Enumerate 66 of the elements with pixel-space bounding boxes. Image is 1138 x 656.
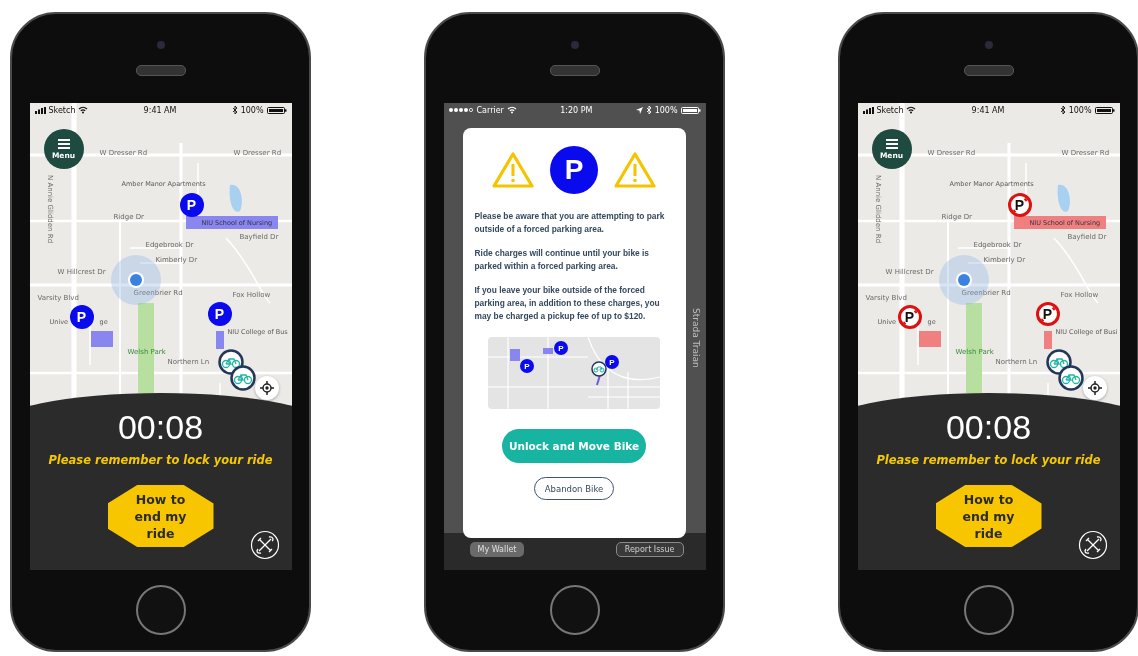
home-button[interactable] [963, 585, 1014, 635]
camera-lens [984, 41, 993, 49]
parking-badge: P [550, 146, 598, 194]
end-ride-button[interactable]: How to end my ride [107, 485, 214, 547]
battery-icon [266, 106, 287, 114]
location-arrow-icon [635, 106, 643, 114]
parking-marker[interactable]: P [69, 305, 94, 329]
home-button[interactable] [549, 585, 600, 635]
battery-percent: 100% [654, 105, 678, 115]
menu-icon [57, 138, 70, 149]
no-parking-marker[interactable]: P [1035, 302, 1060, 326]
street-label: Strada Traian [690, 308, 701, 368]
parking-marker[interactable]: P [179, 193, 204, 217]
report-issue-button[interactable]: Report Issue [615, 542, 684, 557]
lock-reminder: Please remember to lock your ride [876, 453, 1101, 467]
speaker-grille [549, 65, 600, 76]
camera-lens [570, 41, 579, 49]
locate-button[interactable] [254, 376, 279, 400]
no-parking-marker[interactable]: P [1007, 193, 1032, 217]
camera-lens [156, 41, 165, 49]
warning-icon [614, 151, 656, 189]
bluetooth-icon [1059, 106, 1066, 114]
crosshair-icon [1087, 381, 1102, 395]
carrier-name: Carrier [476, 105, 504, 115]
battery-percent: 100% [240, 105, 264, 115]
abandon-button[interactable]: Abandon Bike [533, 477, 615, 500]
bike-marker-icon[interactable] [229, 365, 256, 391]
clock-time: 1:20 PM [560, 105, 593, 115]
signal-icon [448, 107, 474, 113]
bike-marker-icon [591, 361, 607, 377]
wifi-icon [78, 106, 89, 114]
tools-icon[interactable] [249, 530, 280, 560]
ride-timer: 00:08 [945, 407, 1032, 447]
carrier-name: Sketch [876, 105, 904, 115]
lock-reminder: Please remember to lock your ride [48, 453, 273, 467]
lake-area [229, 184, 242, 212]
end-ride-button[interactable]: How to end my ride [935, 485, 1042, 547]
battery-icon [1094, 106, 1115, 114]
crosshair-icon [259, 381, 274, 395]
speaker-grille [135, 65, 186, 76]
speaker-grille [963, 65, 1014, 76]
wifi-icon [906, 106, 917, 114]
home-button[interactable] [135, 585, 186, 635]
ride-timer: 00:08 [117, 407, 204, 447]
warning-text: If you leave your bike outside of the forced parking area, in addition to these charges, you may be charged a pickup fee of up to $120. [474, 284, 661, 323]
bike-marker-icon[interactable] [1057, 365, 1084, 391]
carrier-name: Sketch [48, 105, 76, 115]
bluetooth-icon [645, 106, 652, 114]
locate-button[interactable] [1082, 376, 1107, 400]
tools-icon[interactable] [1077, 530, 1108, 560]
signal-icon [34, 106, 46, 114]
signal-icon [862, 106, 874, 114]
warning-text: Ride charges will continue until your bike is parked within a forced parking area. [474, 247, 650, 273]
warning-icon [492, 151, 534, 189]
clock-time: 9:41 AM [971, 105, 1005, 115]
warning-text: Please be aware that you are attempting to park outside of a forced parking area. [474, 210, 666, 236]
wifi-icon [506, 106, 517, 114]
wallet-button[interactable]: My Wallet [469, 542, 525, 557]
battery-icon [680, 106, 701, 114]
parking-marker[interactable]: P [207, 302, 232, 326]
clock-time: 9:41 AM [143, 105, 177, 115]
no-parking-marker[interactable]: P [897, 305, 922, 329]
menu-icon [885, 138, 898, 149]
bluetooth-icon [231, 106, 238, 114]
lake-area [1057, 184, 1070, 212]
battery-percent: 100% [1068, 105, 1092, 115]
